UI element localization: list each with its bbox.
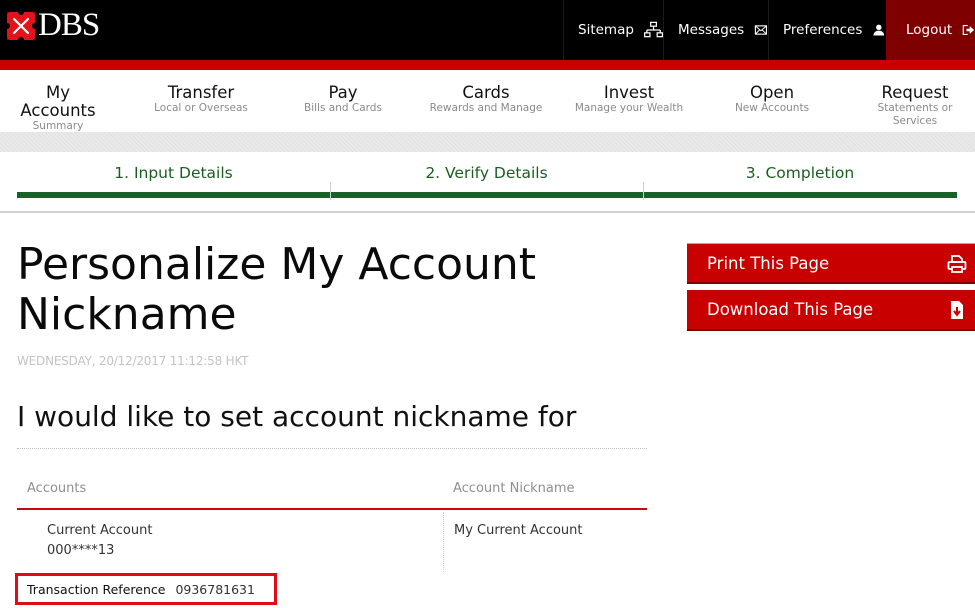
section-heading: I would like to set account nickname for xyxy=(17,400,577,433)
nav-transfer[interactable]: Transfer Local or Overseas xyxy=(151,84,251,115)
nav-subtitle: Statements or Services xyxy=(877,102,953,127)
nav-title: Transfer xyxy=(167,83,235,102)
nav-title: My Accounts xyxy=(20,83,96,120)
dbs-logo-icon xyxy=(7,11,35,40)
column-divider xyxy=(443,512,444,572)
step-input-details: 1. Input Details xyxy=(17,152,330,200)
preferences-label: Preferences xyxy=(783,22,863,38)
download-icon xyxy=(951,301,963,319)
table-header-rule xyxy=(17,508,647,510)
step-divider xyxy=(643,182,644,200)
nav-title: Pay xyxy=(328,83,358,102)
step-bar xyxy=(17,192,330,198)
step-label: 1. Input Details xyxy=(114,164,233,182)
messages-label: Messages xyxy=(678,22,745,38)
account-type: Current Account xyxy=(47,523,153,538)
account-nickname: My Current Account xyxy=(454,523,583,538)
messages-link[interactable]: Messages xyxy=(663,0,768,60)
nav-subtitle: Rewards and Manage xyxy=(429,102,543,114)
step-completion: 3. Completion xyxy=(643,152,957,200)
envelope-icon xyxy=(755,25,768,35)
print-label: Print This Page xyxy=(707,253,830,273)
pattern-strip xyxy=(0,132,975,152)
transaction-reference-label: Transaction Reference xyxy=(27,581,166,597)
nav-title: Open xyxy=(749,83,795,102)
nav-pay[interactable]: Pay Bills and Cards xyxy=(293,84,393,115)
nav-title: Cards xyxy=(462,83,510,102)
sitemap-icon xyxy=(643,21,663,38)
preferences-link[interactable]: Preferences xyxy=(768,0,886,60)
user-icon xyxy=(873,24,885,36)
download-page-button[interactable]: Download This Page xyxy=(687,290,975,331)
nav-subtitle: Manage your Wealth xyxy=(574,102,684,114)
printer-icon xyxy=(947,255,967,273)
step-bar xyxy=(330,192,643,198)
divider xyxy=(17,448,647,449)
nav-title: Invest xyxy=(603,83,655,102)
nav-subtitle: Bills and Cards xyxy=(304,102,382,114)
nav-my-accounts[interactable]: My Accounts Summary xyxy=(6,84,110,133)
page-title: Personalize My Account Nickname xyxy=(17,239,537,340)
logout-label: Logout xyxy=(906,22,953,38)
nav-open[interactable]: Open New Accounts xyxy=(722,84,822,115)
nav-invest[interactable]: Invest Manage your Wealth xyxy=(569,84,689,115)
logout-icon xyxy=(962,24,975,36)
step-bar xyxy=(643,192,957,198)
nav-request[interactable]: Request Statements or Services xyxy=(855,84,975,128)
table-row-account: Current Account 000****13 xyxy=(47,521,152,561)
print-page-button[interactable]: Print This Page xyxy=(687,243,975,284)
logout-button[interactable]: Logout xyxy=(886,0,975,60)
nav-cards[interactable]: Cards Rewards and Manage xyxy=(426,84,546,115)
main-navigation: My Accounts Summary Transfer Local or Ov… xyxy=(0,70,975,132)
dbs-logo[interactable]: DBS xyxy=(7,7,100,43)
step-label: 2. Verify Details xyxy=(425,164,548,182)
top-header: DBS Sitemap Messages Preferences Logout xyxy=(0,0,975,60)
step-label: 3. Completion xyxy=(745,164,855,182)
nav-title: Request xyxy=(881,83,949,102)
step-divider xyxy=(330,182,331,200)
transaction-reference-value: 0936781631 xyxy=(175,581,255,597)
nav-subtitle: Local or Overseas xyxy=(154,102,248,114)
step-verify-details: 2. Verify Details xyxy=(330,152,643,200)
account-number: 000****13 xyxy=(47,543,115,558)
header-accent-bar xyxy=(0,60,975,70)
column-header-nickname: Account Nickname xyxy=(453,481,575,496)
timestamp: WEDNESDAY, 20/12/2017 11:12:58 HKT xyxy=(17,354,249,368)
sitemap-link[interactable]: Sitemap xyxy=(563,0,663,60)
progress-steps: 1. Input Details 2. Verify Details 3. Co… xyxy=(0,152,975,213)
column-header-accounts: Accounts xyxy=(27,481,87,496)
transaction-reference: Transaction Reference 0936781631 xyxy=(15,573,277,605)
sitemap-label: Sitemap xyxy=(578,22,634,38)
nav-subtitle: New Accounts xyxy=(734,102,810,114)
download-label: Download This Page xyxy=(707,300,874,319)
brand-name: DBS xyxy=(38,7,100,43)
